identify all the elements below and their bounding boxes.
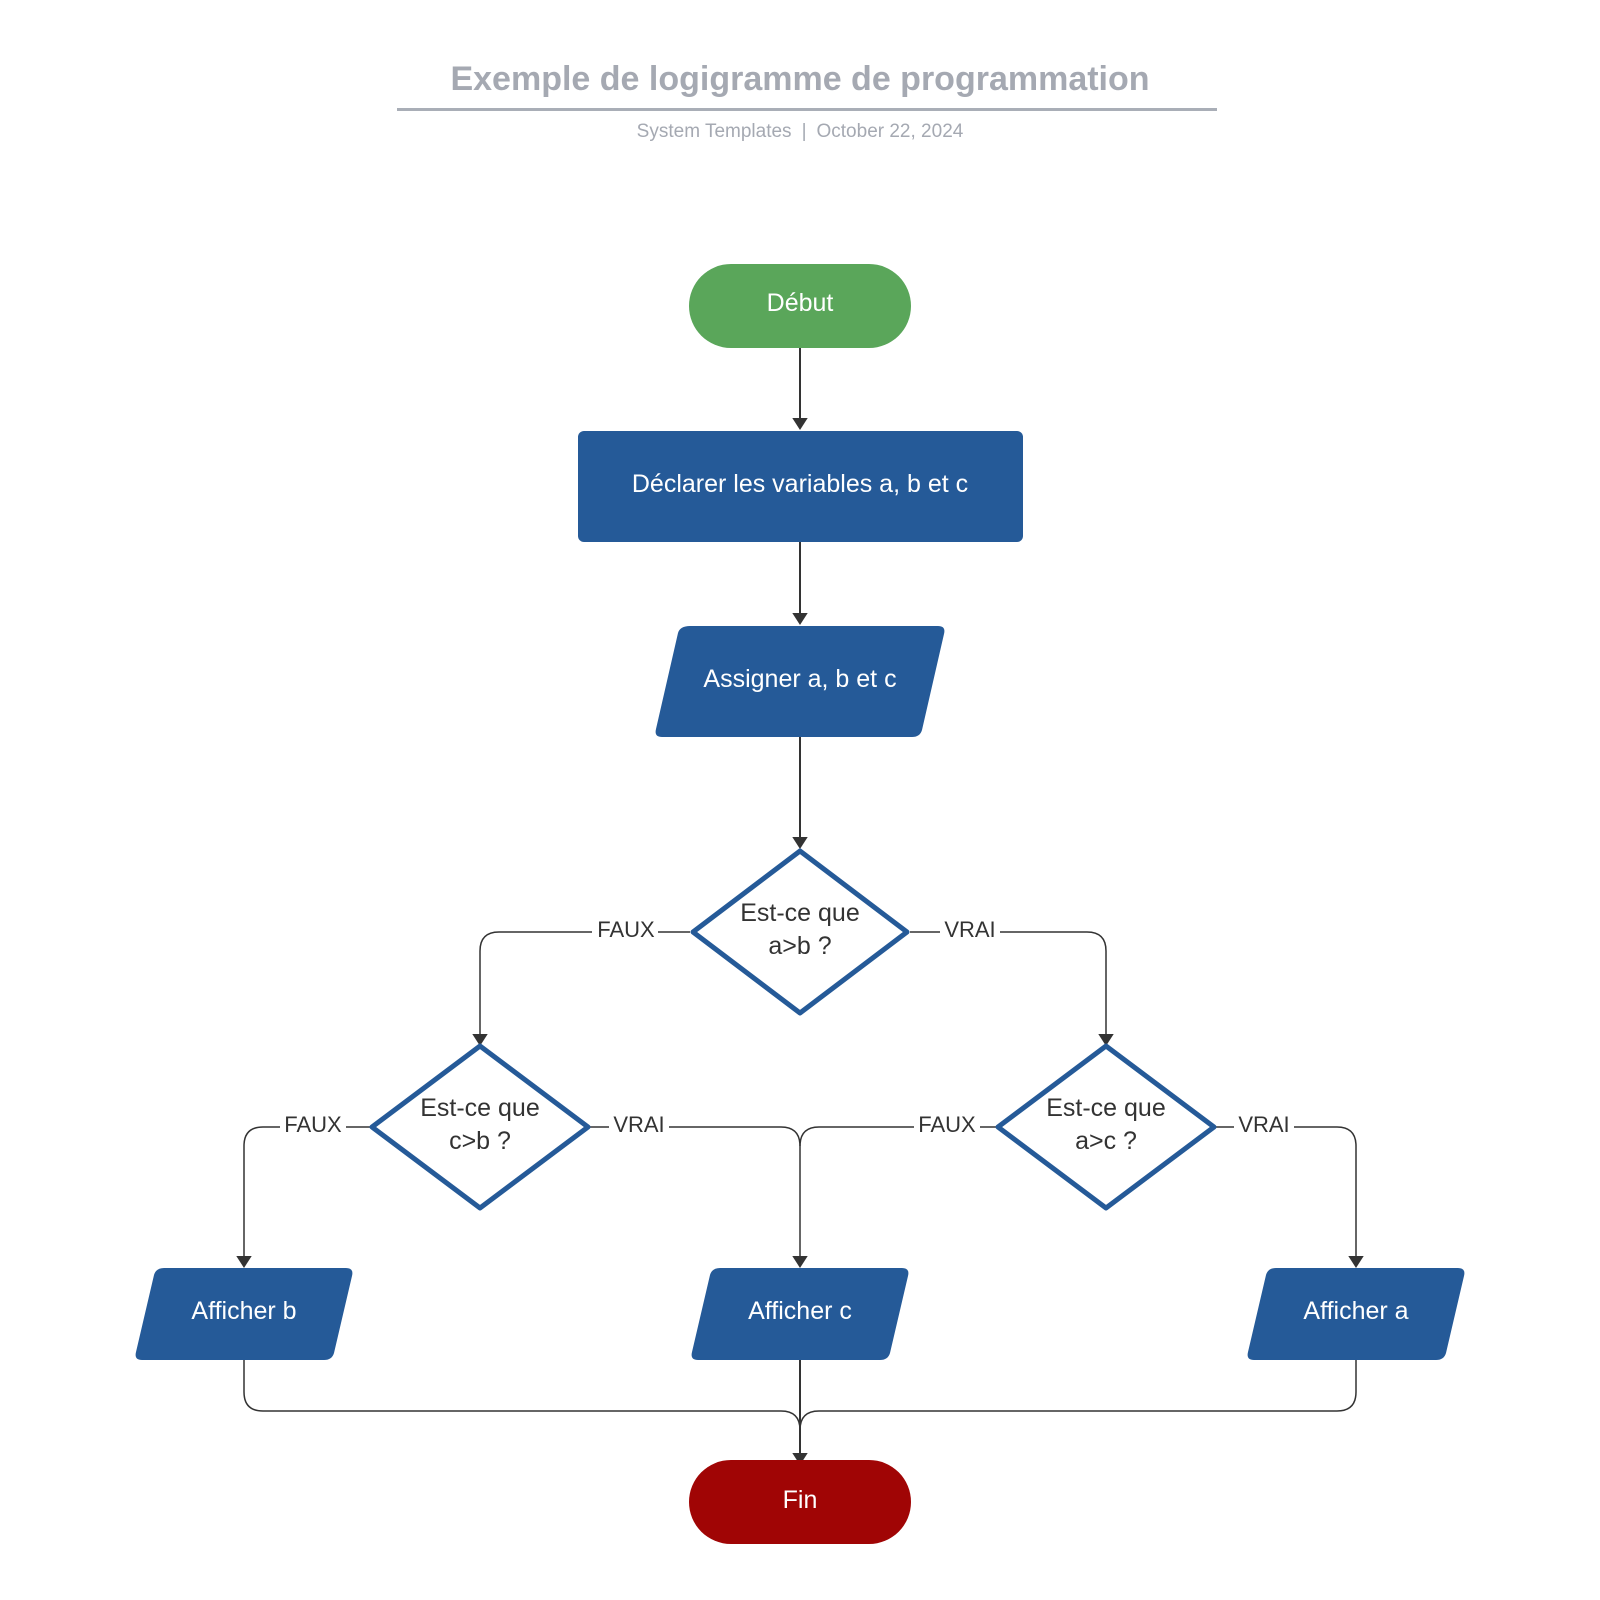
- edge-label-d3-false: FAUX: [918, 1112, 976, 1137]
- decision-a-gt-b-line1: Est-ce que: [740, 899, 860, 927]
- show-a-label: Afficher a: [1303, 1297, 1408, 1325]
- node-show-a[interactable]: Afficher a: [1247, 1268, 1465, 1360]
- show-b-label: Afficher b: [191, 1297, 296, 1325]
- edge-d1-false: [472, 931, 690, 1046]
- edge-label-d1-true: VRAI: [944, 917, 995, 942]
- node-declare-variables[interactable]: Déclarer les variables a, b et c: [578, 431, 1023, 542]
- decision-a-gt-c-line2: a>c ?: [1075, 1127, 1137, 1155]
- edge-d2-false: [236, 1126, 371, 1268]
- edge-d1-true: [910, 931, 1114, 1046]
- edge-d2-true: [590, 1126, 808, 1268]
- decision-a-gt-c-line1: Est-ce que: [1046, 1094, 1166, 1122]
- end-label: Fin: [783, 1486, 818, 1514]
- node-decision-c-gt-b[interactable]: Est-ce que c>b ?: [369, 1043, 591, 1211]
- node-assign-variables[interactable]: Assigner a, b et c: [655, 626, 945, 737]
- show-c-label: Afficher c: [748, 1297, 852, 1325]
- edge-label-d1-false: FAUX: [597, 917, 655, 942]
- decision-c-gt-b-line2: c>b ?: [449, 1127, 511, 1155]
- edge-label-d3-true: VRAI: [1238, 1112, 1289, 1137]
- edge-d3-true: [1216, 1126, 1364, 1268]
- node-end[interactable]: Fin: [689, 1460, 911, 1544]
- edge-label-d2-true: VRAI: [613, 1112, 664, 1137]
- assign-label: Assigner a, b et c: [703, 665, 896, 693]
- decision-c-gt-b-line1: Est-ce que: [420, 1094, 540, 1122]
- edge-show-b-to-end: [243, 1360, 801, 1431]
- start-label: Début: [767, 289, 834, 317]
- node-show-b[interactable]: Afficher b: [135, 1268, 353, 1360]
- decision-a-gt-b-line2: a>b ?: [768, 932, 831, 960]
- node-start[interactable]: Début: [689, 264, 911, 348]
- declare-label: Déclarer les variables a, b et c: [632, 470, 968, 498]
- node-decision-a-gt-c[interactable]: Est-ce que a>c ?: [995, 1043, 1217, 1211]
- edge-show-a-to-end: [799, 1360, 1357, 1431]
- node-decision-a-gt-b[interactable]: Est-ce que a>b ?: [690, 848, 910, 1016]
- node-show-c[interactable]: Afficher c: [691, 1268, 909, 1360]
- flowchart-canvas: FAUX VRAI FAUX VRAI FAUX VRAI Début Décl…: [135, 264, 1465, 1544]
- edge-label-d2-false: FAUX: [284, 1112, 342, 1137]
